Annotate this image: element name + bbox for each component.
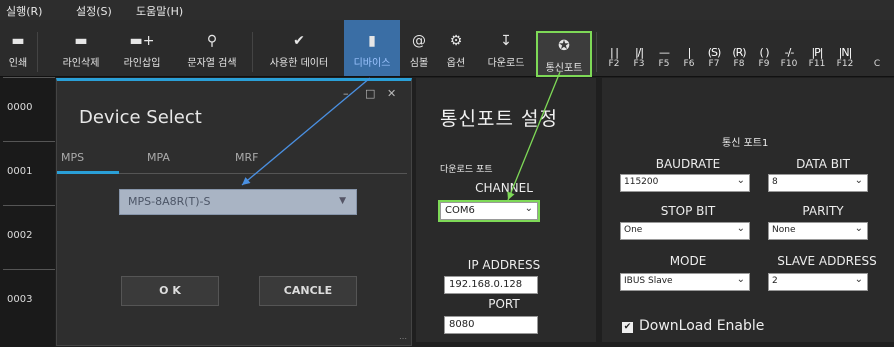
download-icon: ↧ [500,33,512,49]
contact-no-icon: | | [610,46,619,59]
comm-settings-title: 통신포트 설정 [440,108,558,130]
reset-coil-icon: (R) [732,46,746,59]
ip-address-label: IP ADDRESS [467,258,541,272]
reset-coil-button[interactable]: (R) F8 [728,46,750,69]
maximize-icon[interactable]: □ [365,87,375,100]
at-icon: @ [412,33,426,49]
ip-address-field[interactable]: 192.168.0.128 [444,276,538,294]
toolbar: ▬ 인쇄 ▬ 라인삭제 ▬+ 라인삽입 ⚲ 문자열 검색 ✔ 사용한 데이터 ▮… [0,20,894,77]
contact-nc-icon: |/| [634,46,644,59]
row-number[interactable]: 0000 [3,77,55,142]
chevron-down-icon: ⌄ [736,175,745,186]
options-button[interactable]: ⚙ 옵션 [438,20,474,76]
menu-settings[interactable]: 설정(S) [76,3,112,19]
channel-label: CHANNEL [475,181,533,195]
horizontal-line-icon: — [659,46,670,59]
dialog-title: Device Select [79,107,202,128]
slave-address-select[interactable]: 2 ⌄ [768,273,868,291]
active-tab-indicator [57,171,119,174]
tab-mrf[interactable]: MRF [235,151,258,164]
negative-edge-icon: |N| [838,46,853,59]
parity-label: PARITY [802,204,844,218]
comm-port1-title: 통신 포트1 [722,138,769,149]
insert-line-icon: ▬+ [129,33,155,49]
port-field[interactable]: 8080 [444,316,538,334]
chevron-down-icon: ⌄ [736,223,745,234]
tab-mpa[interactable]: MPA [147,151,170,164]
chevron-down-icon: ⌄ [524,203,533,214]
comm-settings-panel: 통신포트 설정 다운로드 포트 CHANNEL COM6 ⌄ IP ADDRES… [416,78,596,342]
plug-icon: ✪ [558,38,570,54]
close-icon[interactable]: ✕ [387,87,396,100]
chevron-down-icon: ⌄ [736,274,745,285]
toolbar-cut-item[interactable]: C [870,46,884,69]
row-number[interactable]: 0003 [3,269,55,334]
symbol-button[interactable]: @ 심볼 [402,20,436,76]
insert-line-button[interactable]: ▬+ 라인삽입 [112,20,172,76]
baudrate-select[interactable]: 115200 ⌄ [620,174,750,192]
delete-line-icon: ▬ [74,33,88,49]
printer-icon: ▬ [11,33,25,49]
chevron-down-icon: ⌄ [854,274,863,285]
search-icon: ⚲ [206,33,218,49]
device-model-dropdown[interactable]: MPS-8A8R(T)-S ▼ [119,189,357,215]
mode-label: MODE [669,254,707,268]
stopbit-select[interactable]: One ⌄ [620,222,750,240]
checkmark-icon: ✔ [293,33,305,49]
coil-icon: ( ) [759,46,769,59]
databit-label: DATA BIT [796,157,850,171]
device-icon: ▮ [368,33,376,49]
mode-select[interactable]: IBUS Slave ⌄ [620,273,750,291]
positive-edge-button[interactable]: |P| F11 [806,46,828,69]
chevron-down-icon: ⌄ [854,223,863,234]
parity-select[interactable]: None ⌄ [768,222,868,240]
ok-button[interactable]: O K [121,276,219,306]
stopbit-label: STOP BIT [660,204,716,218]
positive-edge-icon: |P| [811,46,823,59]
device-button[interactable]: ▮ 디바이스 [344,20,400,76]
contact-nc-button[interactable]: |/| F3 [628,46,650,69]
checkbox-check-icon: ✔ [622,322,633,333]
coil-button[interactable]: ( ) F9 [753,46,775,69]
comm-port1-panel: 통신 포트1 BAUDRATE 115200 ⌄ DATA BIT 8 ⌄ STOP… [602,78,894,342]
vertical-line-icon: | [687,46,692,59]
comm-port-button[interactable]: ✪ 통신포트 [536,31,592,77]
vertical-line-button[interactable]: | F6 [678,46,700,69]
search-button[interactable]: ⚲ 문자열 검색 [174,20,250,76]
contact-no-button[interactable]: | | F2 [603,46,625,69]
print-button[interactable]: ▬ 인쇄 [0,20,36,76]
chevron-down-icon: ⌄ [854,175,863,186]
device-select-dialog: – □ ✕ Device Select MPS MPA MRF MPS-8A8R… [56,78,412,346]
invert-button[interactable]: -/- F10 [778,46,800,69]
menu-run[interactable]: 실행(R) [6,3,42,19]
resize-grip-icon[interactable]: ⋯ [399,334,407,343]
set-coil-button[interactable]: (S) F7 [703,46,725,69]
menu-help[interactable]: 도움말(H) [136,3,183,19]
ladder-row-gutter: 0000 0001 0002 0003 [0,77,55,347]
delete-line-button[interactable]: ▬ 라인삭제 [52,20,110,76]
databit-select[interactable]: 8 ⌄ [768,174,868,192]
menu-bar: 실행(R) 설정(S) 도움말(H) [0,0,894,20]
baudrate-label: BAUDRATE [655,157,721,171]
download-button[interactable]: ↧ 다운로드 [478,20,534,76]
gear-icon: ⚙ [449,33,463,49]
cancel-button[interactable]: CANCLE [259,276,357,306]
download-port-label: 다운로드 포트 [440,165,493,175]
used-data-button[interactable]: ✔ 사용한 데이터 [256,20,342,76]
chevron-down-icon: ▼ [339,196,346,206]
negative-edge-button[interactable]: |N| F12 [834,46,856,69]
download-enable-checkbox[interactable]: ✔ DownLoad Enable [622,318,764,334]
row-number[interactable]: 0002 [3,205,55,270]
port-label: PORT [488,297,520,311]
tab-mps[interactable]: MPS [61,151,84,164]
row-number[interactable]: 0001 [3,141,55,206]
horizontal-line-button[interactable]: — F5 [653,46,675,69]
invert-icon: -/- [784,46,795,59]
channel-select[interactable]: COM6 ⌄ [438,200,540,222]
minimize-icon[interactable]: – [343,87,349,100]
set-coil-icon: (S) [707,46,722,59]
slave-address-label: SLAVE ADDRESS [777,254,877,268]
